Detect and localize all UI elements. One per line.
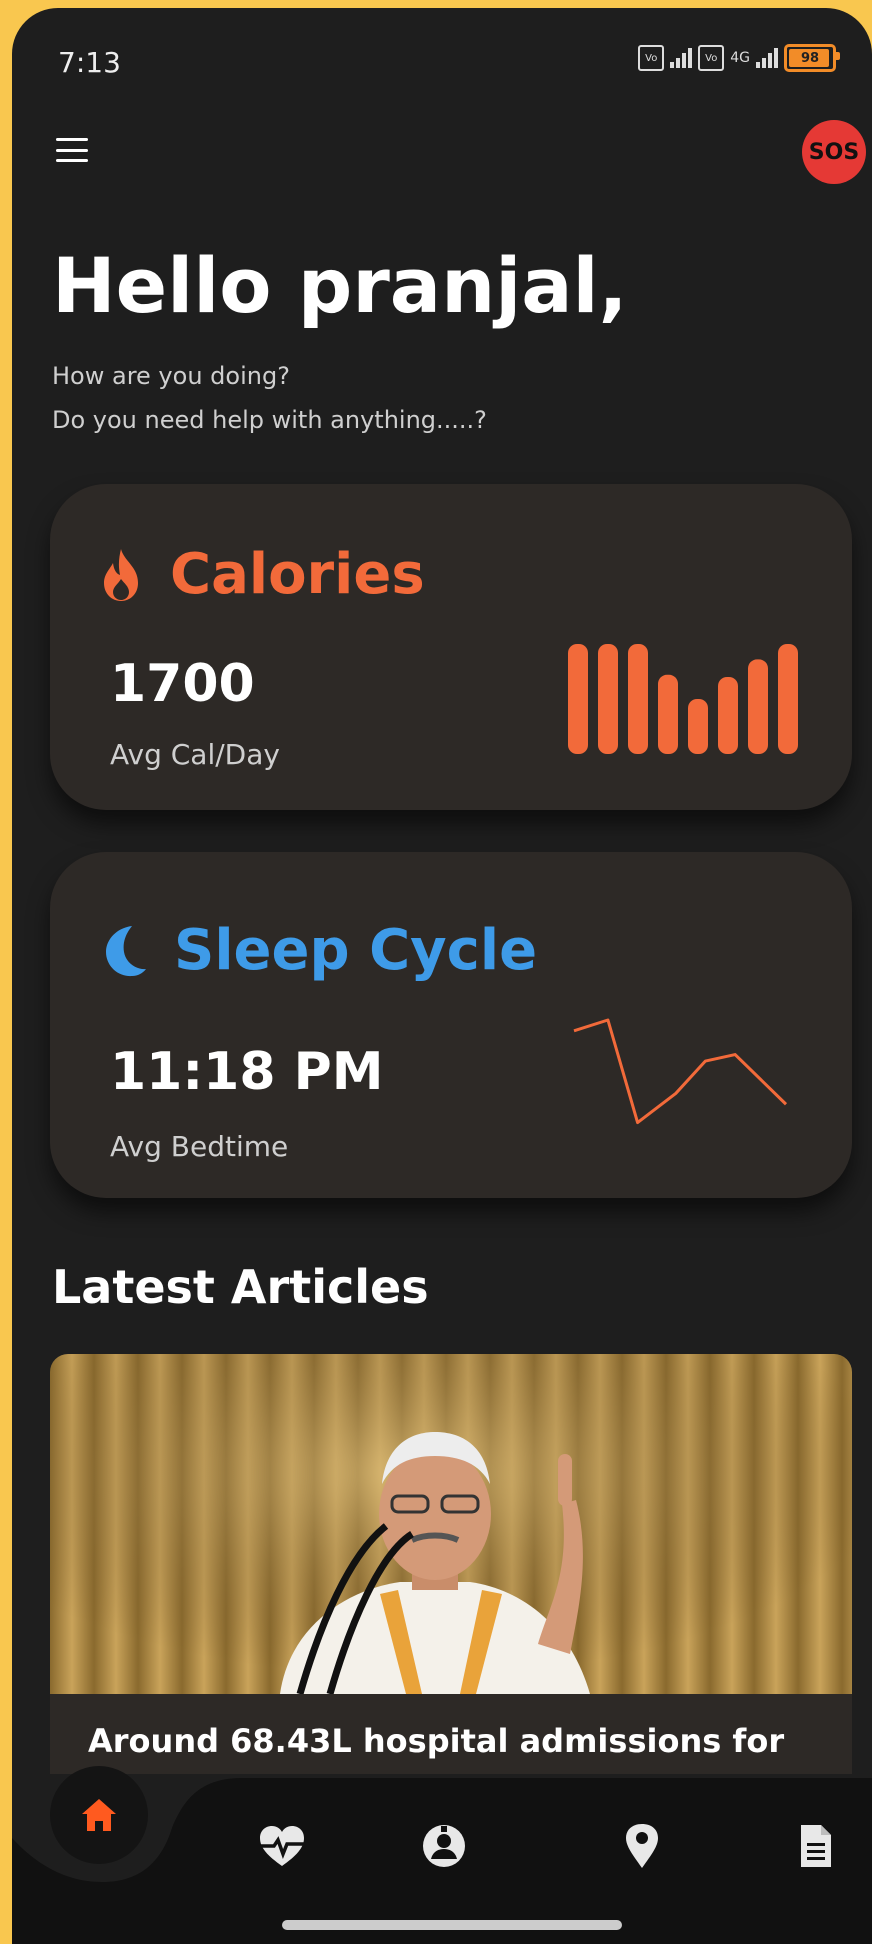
menu-icon[interactable] [56,138,88,162]
sleep-trend-chart [573,1018,788,1125]
battery-level: 98 [800,50,820,66]
nav-home-button[interactable] [50,1766,148,1864]
nav-doctor-button[interactable] [418,1820,470,1872]
calories-bar [598,644,618,754]
article-image [50,1354,852,1694]
calories-bar [568,644,588,754]
volte-icon: Vo [638,45,665,71]
nav-location-button[interactable] [616,1820,668,1872]
sleep-trend-line [573,1018,788,1125]
sleep-value: 11:18 PM [110,1042,384,1102]
calories-value: 1700 [110,654,255,714]
greeting-line-2: Do you need help with anything.....? [52,406,487,434]
nav-health-button[interactable] [256,1820,308,1872]
heart-pulse-icon [260,1826,304,1866]
article-card[interactable]: Around 68.43L hospital admissions for [50,1354,852,1774]
status-time: 7:13 [58,46,121,79]
calories-title: Calories [170,542,425,607]
greeting-title: Hello pranjal, [52,241,628,330]
document-icon [801,1825,831,1867]
moon-icon [106,925,146,976]
calories-bar [748,659,768,754]
calories-bar [658,674,678,754]
volte-icon-2: Vo [698,45,725,71]
doctor-icon [423,1825,465,1867]
status-icons: Vo Vo 4G 98 [638,44,840,72]
sos-button[interactable]: SOS [802,120,866,184]
gesture-bar[interactable] [282,1920,622,1930]
sleep-card[interactable]: Sleep Cycle 11:18 PM Avg Bedtime [50,852,852,1198]
calories-label: Avg Cal/Day [110,738,280,771]
sleep-title: Sleep Cycle [174,918,538,983]
location-pin-icon [626,1824,658,1868]
battery-icon: 98 [784,44,840,72]
phone-screen: 7:13 Vo Vo 4G 98 SOS Hello pranjal, How … [12,8,872,1944]
home-icon [82,1799,116,1831]
article-title: Around 68.43L hospital admissions for [88,1722,785,1760]
calories-header: Calories [98,542,425,607]
calories-bar [778,644,798,754]
calories-bar [718,677,738,754]
nav-documents-button[interactable] [790,1820,842,1872]
sleep-header: Sleep Cycle [98,918,537,983]
signal-icon [670,48,693,68]
calories-card[interactable]: Calories 1700 Avg Cal/Day [50,484,852,810]
sleep-label: Avg Bedtime [110,1130,289,1163]
calories-bar [628,644,648,754]
signal-icon-2 [756,48,778,68]
network-type: 4G [730,50,750,66]
calories-bar-chart [568,644,798,754]
greeting-line-1: How are you doing? [52,362,290,390]
articles-heading: Latest Articles [52,1260,429,1314]
flame-icon [104,548,138,601]
calories-bar [688,699,708,754]
